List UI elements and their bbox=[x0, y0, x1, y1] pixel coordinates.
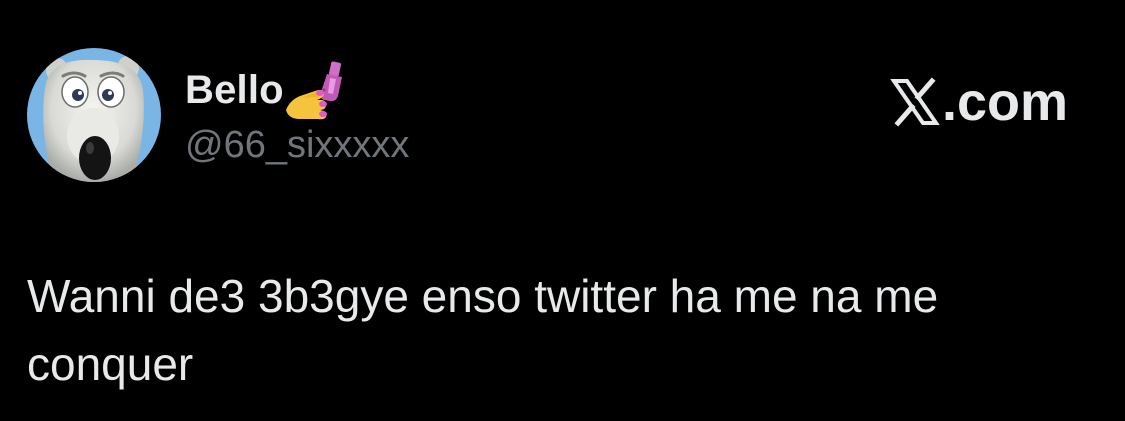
tweet-card: Bello @66_sixxxxx .com Wanni de3 3b3gye … bbox=[0, 0, 1125, 421]
brand-domain-text: .com bbox=[942, 72, 1069, 132]
x-logo-icon bbox=[890, 77, 940, 127]
nail-polish-icon bbox=[284, 60, 348, 120]
display-name-row: Bello bbox=[185, 60, 348, 120]
polar-bear-avatar-icon bbox=[27, 48, 161, 182]
brand-watermark: .com bbox=[890, 70, 1068, 134]
tweet-text: Wanni de3 3b3gye enso twitter ha me na m… bbox=[27, 270, 939, 390]
display-name[interactable]: Bello bbox=[185, 60, 284, 120]
user-handle[interactable]: @66_sixxxxx bbox=[185, 120, 409, 170]
avatar[interactable] bbox=[27, 48, 161, 182]
